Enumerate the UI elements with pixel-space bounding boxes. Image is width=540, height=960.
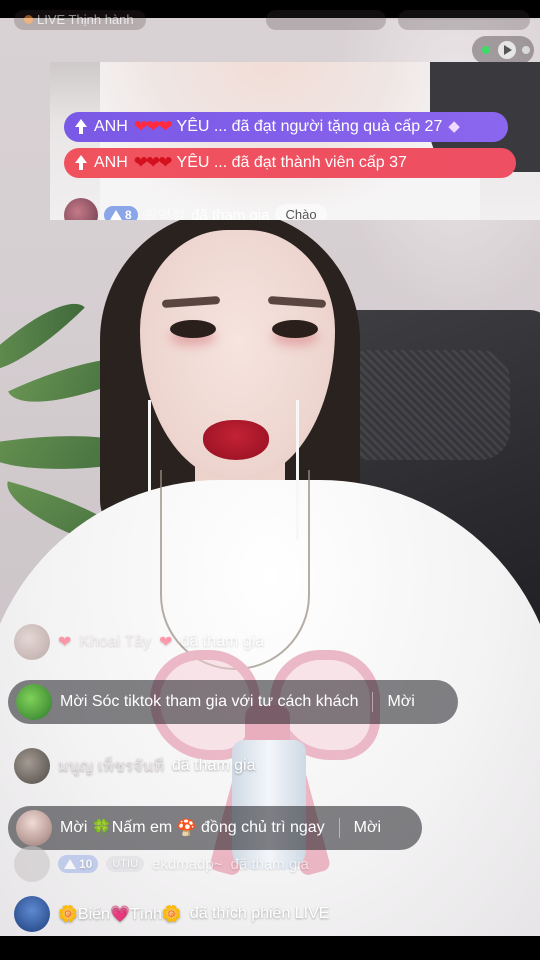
join-text: đã tham gia xyxy=(230,855,309,873)
invite-prefix: Mời xyxy=(60,819,88,836)
greet-button[interactable]: Chào xyxy=(275,204,327,220)
invite-guest-bubble[interactable]: Mời Sóc tiktok tham gia với tư cách khác… xyxy=(8,680,458,724)
invite-text: Mời Sóc tiktok tham gia với tư cách khác… xyxy=(60,693,359,710)
separator xyxy=(372,692,374,712)
avatar[interactable] xyxy=(64,198,98,220)
username[interactable]: Nấm em xyxy=(112,819,172,837)
diamond-icon: ◆ xyxy=(448,118,460,135)
avatar[interactable] xyxy=(14,624,50,660)
overlay-notification-panel: ANH ❤❤❤ YÊU ... đã đạt người tặng quà cấ… xyxy=(50,62,540,220)
level-badge: 8 xyxy=(104,206,138,220)
username[interactable]: มนูญ เพ็ชรจันที xyxy=(58,754,164,779)
username[interactable]: ekdmadp~ xyxy=(152,856,222,873)
avatar[interactable] xyxy=(14,748,50,784)
avatar[interactable] xyxy=(14,846,50,882)
play-icon[interactable] xyxy=(498,41,516,59)
flower-icon: 🌼 xyxy=(58,906,78,923)
viewer-stat-chip[interactable] xyxy=(266,10,386,30)
avatar[interactable] xyxy=(16,810,52,846)
join-text: đã tham gia xyxy=(191,206,270,221)
avatar[interactable] xyxy=(14,896,50,932)
level-up-icon xyxy=(74,155,88,171)
separator xyxy=(338,818,340,838)
level-up-icon xyxy=(74,119,88,135)
live-trending-chip[interactable]: LIVE Thịnh hành xyxy=(14,10,146,30)
heart-icon: ❤ xyxy=(58,634,72,651)
join-message: 8 최영철 đã tham gia Chào xyxy=(64,198,327,220)
likes-stat-chip[interactable] xyxy=(398,10,530,30)
flower-icon: 🌼 xyxy=(161,906,182,923)
heart-icon: ❤ xyxy=(159,634,173,651)
clover-icon: 🍀 xyxy=(91,820,112,837)
join-message-ekdmadp: 10 UTIU ekdmadp~ đã tham gia xyxy=(14,846,309,882)
join-text: đã tham gia xyxy=(180,633,265,650)
like-text: đã thích phiên LIVE xyxy=(189,905,330,922)
username[interactable]: Khoai Tây xyxy=(79,633,151,651)
gifter-level-banner[interactable]: ANH ❤❤❤ YÊU ... đã đạt người tặng quà cấ… xyxy=(64,112,508,142)
username[interactable]: 최영철 xyxy=(144,205,185,221)
online-status-icon xyxy=(482,46,490,54)
level-badge: 10 xyxy=(58,855,99,873)
invite-button[interactable]: Mời xyxy=(387,693,414,711)
level-triangle-icon xyxy=(110,210,122,220)
heart-icon: 💗 xyxy=(109,906,130,923)
member-level-banner[interactable]: ANH ❤❤❤ YÊU ... đã đạt thành viên cấp 37 xyxy=(64,148,516,178)
join-text: đã tham gia xyxy=(171,757,256,774)
fan-club-badge: UTIU xyxy=(106,856,145,872)
username[interactable]: Biển xyxy=(78,906,110,923)
invite-cohost-bubble[interactable]: Mời 🍀 Nấm em 🍄 đồng chủ trì ngay Mời xyxy=(8,806,422,850)
join-message-khoai-tay: ❤ Khoai Tây ❤ đã tham gia xyxy=(14,624,264,660)
join-message-thai-user: มนูญ เพ็ชรจันที đã tham gia xyxy=(14,748,256,784)
parrot-avatar[interactable] xyxy=(16,684,52,720)
like-message: 🌼Biển💗Tình🌼 đã thích phiên LIVE xyxy=(14,896,329,932)
floating-player-controls[interactable] xyxy=(472,36,534,64)
invite-text: đồng chủ trì ngay xyxy=(201,819,325,836)
invite-button[interactable]: Mời xyxy=(354,819,381,837)
username-part[interactable]: Tình xyxy=(130,906,162,923)
live-dot-icon xyxy=(24,15,33,24)
more-icon[interactable] xyxy=(522,46,530,54)
mushroom-icon: 🍄 xyxy=(176,820,197,837)
level-triangle-icon xyxy=(64,859,76,869)
